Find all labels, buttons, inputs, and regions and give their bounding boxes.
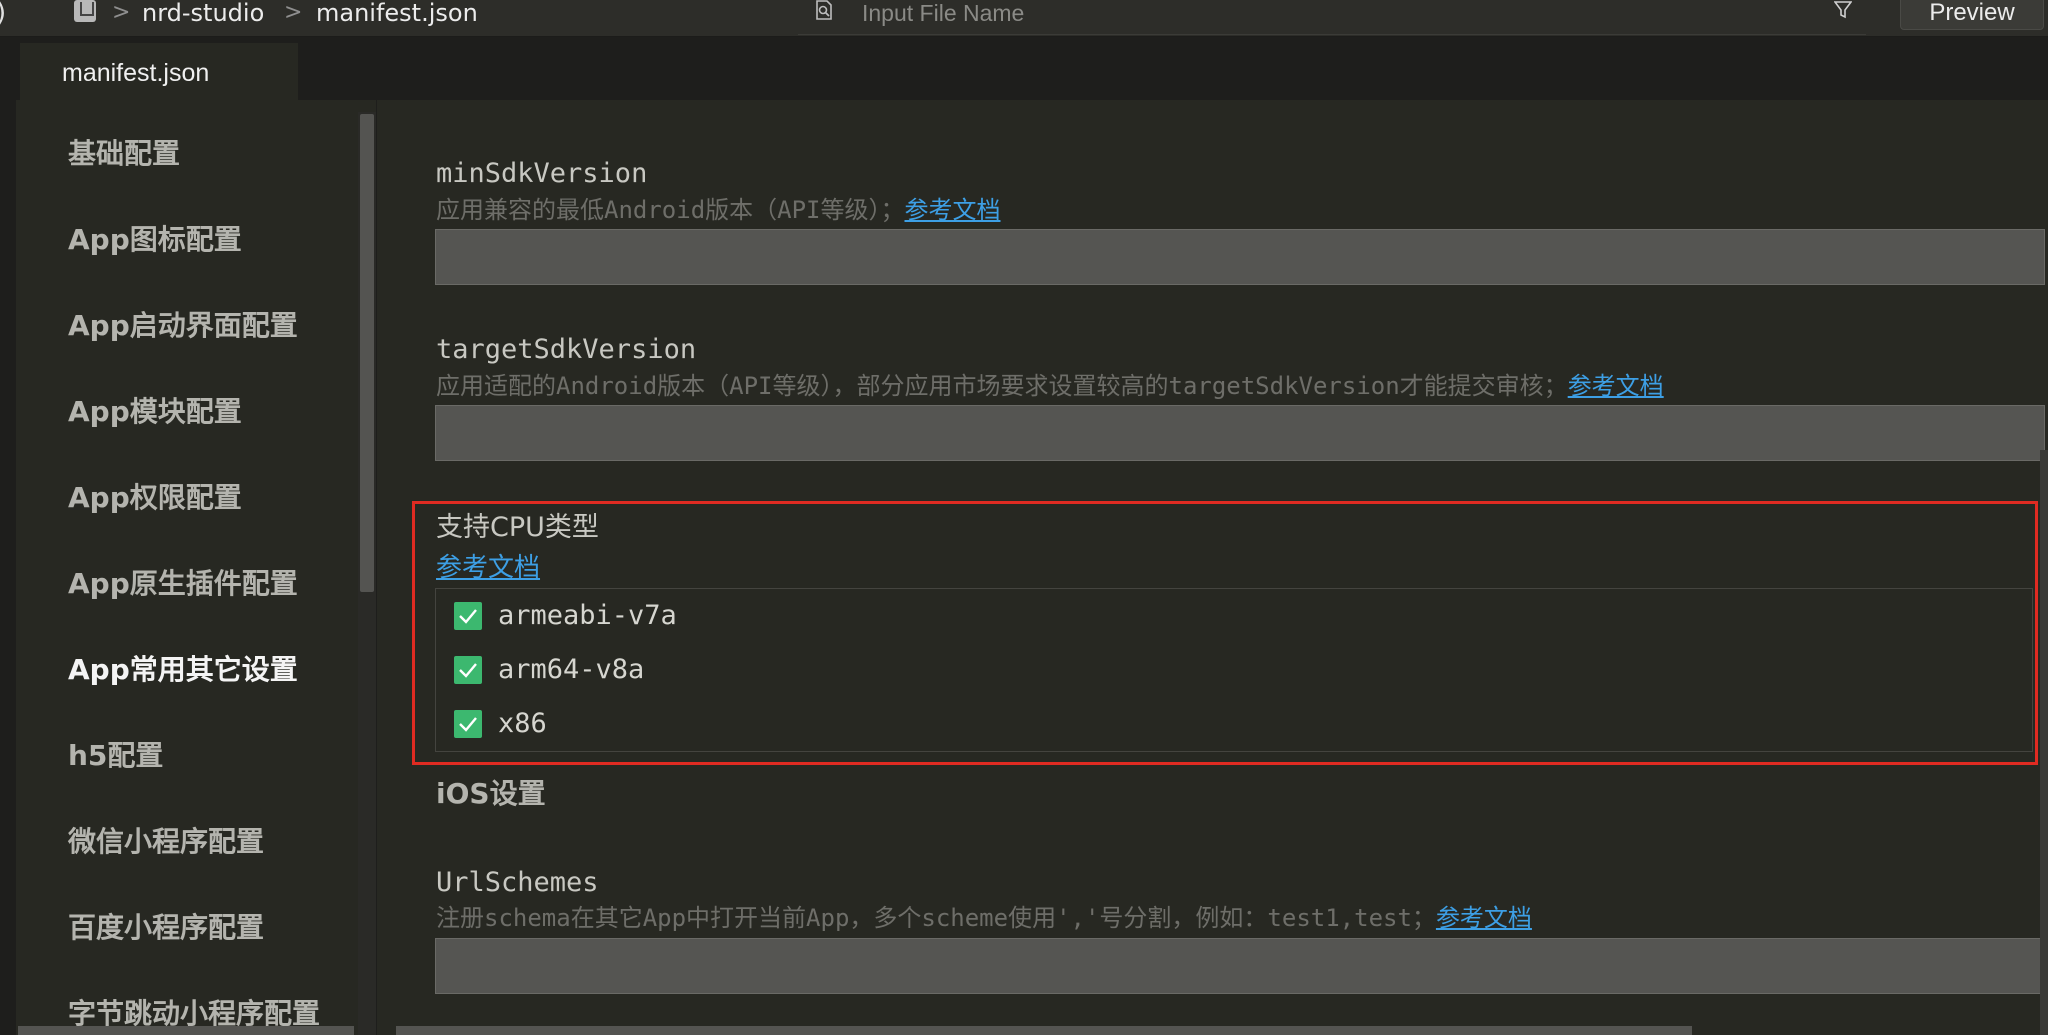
- checkbox-checked-icon[interactable]: [454, 656, 482, 684]
- file-search-box[interactable]: [798, 0, 1866, 35]
- sidebar-item-h5[interactable]: h5配置: [68, 736, 163, 776]
- file-search-input[interactable]: [862, 0, 1762, 26]
- breadcrumb-chevron-icon: >: [284, 0, 303, 25]
- breadcrumb-chevron-icon: >: [112, 0, 131, 25]
- sidebar-item-app-modules[interactable]: App模块配置: [68, 392, 242, 432]
- filter-icon[interactable]: [1834, 0, 1852, 20]
- sidebar-item-baidu-miniprogram[interactable]: 百度小程序配置: [68, 908, 264, 948]
- content-horizontal-scrollbar[interactable]: [396, 1026, 1692, 1035]
- target-sdk-description: 应用适配的Android版本（API等级），部分应用市场要求设置较高的targe…: [436, 369, 1664, 403]
- min-sdk-title: minSdkVersion: [436, 158, 648, 189]
- tab-strip: manifest.json: [16, 37, 2048, 100]
- sidebar-item-basic[interactable]: 基础配置: [68, 134, 180, 174]
- sidebar-divider: [376, 100, 377, 1035]
- settings-sidebar: 基础配置 App图标配置 App启动界面配置 App模块配置 App权限配置 A…: [18, 108, 374, 1035]
- left-gutter: [0, 37, 16, 1035]
- target-sdk-doc-link[interactable]: 参考文档: [1568, 372, 1664, 400]
- min-sdk-input[interactable]: [435, 229, 2045, 285]
- min-sdk-desc-text: 应用兼容的最低Android版本（API等级）；: [436, 196, 905, 224]
- cpu-types-title: 支持CPU类型: [436, 512, 599, 543]
- tab-manifest-json[interactable]: manifest.json: [20, 43, 298, 100]
- sidebar-horizontal-scrollbar[interactable]: [18, 1026, 354, 1035]
- min-sdk-doc-link[interactable]: 参考文档: [905, 196, 1001, 224]
- sidebar-item-app-native-plugins[interactable]: App原生插件配置: [68, 564, 298, 604]
- sidebar-item-app-icon[interactable]: App图标配置: [68, 220, 242, 260]
- url-schemes-title: UrlSchemes: [436, 867, 599, 898]
- checkbox-checked-icon[interactable]: [454, 710, 482, 738]
- cpu-option-label: x86: [498, 708, 547, 739]
- url-schemes-desc-text: 注册schema在其它App中打开当前App，多个scheme使用','号分割，…: [436, 904, 1436, 932]
- min-sdk-description: 应用兼容的最低Android版本（API等级）；参考文档: [436, 193, 1001, 227]
- ios-section-title: iOS设置: [436, 777, 546, 810]
- sidebar-item-app-other-settings[interactable]: App常用其它设置: [68, 650, 298, 690]
- target-sdk-title: targetSdkVersion: [436, 334, 697, 365]
- project-icon: [74, 0, 96, 22]
- sidebar-item-app-splash[interactable]: App启动界面配置: [68, 306, 298, 346]
- window-edge-glyph: ): [0, 0, 6, 26]
- cpu-option-label: arm64-v8a: [498, 654, 645, 685]
- breadcrumb-project[interactable]: nrd-studio: [142, 0, 264, 30]
- cpu-doc-link[interactable]: 参考文档: [436, 551, 540, 585]
- url-schemes-input[interactable]: [435, 938, 2045, 994]
- preview-button[interactable]: Preview: [1900, 0, 2044, 30]
- url-schemes-doc-link[interactable]: 参考文档: [1436, 904, 1532, 932]
- cpu-option-label: armeabi-v7a: [498, 600, 677, 631]
- sidebar-scrollbar-thumb[interactable]: [360, 114, 374, 592]
- top-bar: ) > nrd-studio > manifest.json Preview: [0, 0, 2048, 37]
- breadcrumb-file[interactable]: manifest.json: [316, 0, 478, 30]
- sidebar-item-app-permissions[interactable]: App权限配置: [68, 478, 242, 518]
- checkbox-checked-icon[interactable]: [454, 602, 482, 630]
- file-search-icon: [816, 0, 832, 20]
- url-schemes-description: 注册schema在其它App中打开当前App，多个scheme使用','号分割，…: [436, 901, 1532, 935]
- content-vertical-scrollbar[interactable]: [2040, 450, 2048, 1035]
- sidebar-item-wechat-miniprogram[interactable]: 微信小程序配置: [68, 822, 264, 862]
- target-sdk-desc-text: 应用适配的Android版本（API等级），部分应用市场要求设置较高的targe…: [436, 372, 1568, 400]
- target-sdk-input[interactable]: [435, 405, 2045, 461]
- cpu-type-list: armeabi-v7a arm64-v8a x86: [435, 588, 2033, 752]
